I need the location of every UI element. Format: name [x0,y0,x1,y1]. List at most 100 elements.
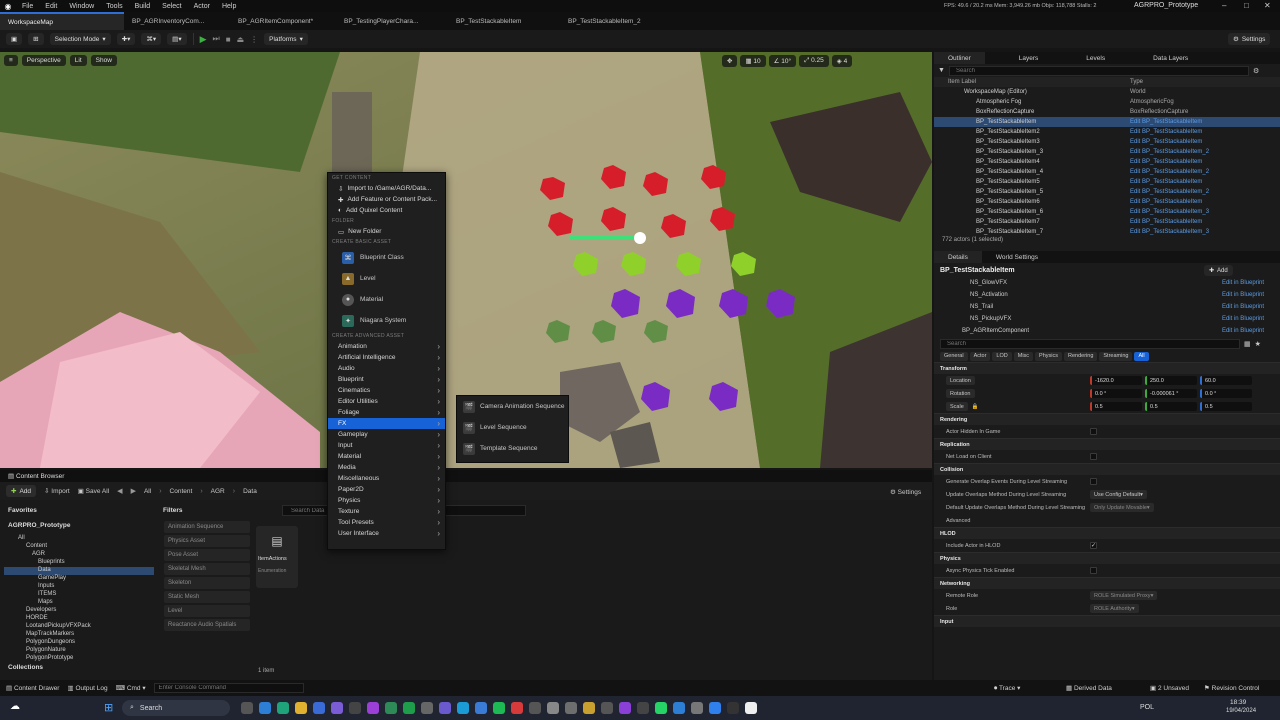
app-icon[interactable] [349,702,361,714]
menu-user-interface[interactable]: User Interface [328,528,445,539]
import-item[interactable]: ⇩ Import to /Game/AGR/Data... [328,183,445,194]
component-row[interactable]: NS_Activation Edit in Blueprint [934,289,1280,301]
menu-editor-utilities[interactable]: Editor Utilities [328,396,445,407]
component-row[interactable]: NS_PickupVFX Edit in Blueprint [934,313,1280,325]
rotation-z-field[interactable]: 0.0 ° [1200,389,1252,398]
folder-blueprints[interactable]: Blueprints [4,559,154,567]
camera-speed-button[interactable]: ◈ 4 [831,55,853,67]
tab-world-settings[interactable]: World Settings [982,251,1052,263]
filter-item[interactable]: Animation Sequence [164,521,250,533]
menu-gameplay[interactable]: Gameplay [328,429,445,440]
tab-data-layers[interactable]: Data Layers [1139,52,1202,64]
filter-item[interactable]: Skeleton [164,577,250,589]
folder-maptrack[interactable]: MapTrackMarkers [4,631,154,639]
add-actor-icon[interactable]: ✚▾ [116,33,136,45]
mail-icon[interactable] [259,702,271,714]
tab-stackable2[interactable]: BP_TestStackableItem_2 [560,12,672,30]
lit-button[interactable]: Lit [69,55,87,66]
outliner-row[interactable]: BP_TestStackableItem_7 Edit BP_TestStacka… [934,227,1280,237]
folder-all[interactable]: All [4,535,154,543]
tab-playercharacter[interactable]: BP_TestingPlayerChara... [336,12,448,30]
section-networking[interactable]: Networking [934,577,1280,589]
outliner-row[interactable]: BP_TestStackableItem_4 Edit BP_TestStacka… [934,167,1280,177]
outliner-settings-icon[interactable]: ⚙ [1253,67,1259,75]
folder-inputs[interactable]: Inputs [4,583,154,591]
unsaved-button[interactable]: ▣ 2 Unsaved [1150,684,1189,692]
task-view-icon[interactable] [241,702,253,714]
scale-snap-button[interactable]: ⤢ 0.25 [799,55,829,67]
scale-z-field[interactable]: 0.5 [1200,402,1252,411]
trace-button[interactable]: ⏺ Trace ▾ [994,684,1020,693]
add-button[interactable]: ✚ Add [6,485,37,497]
explorer-icon[interactable] [295,702,307,714]
outliner-row[interactable]: Atmospheric Fog AtmosphericFog [934,97,1280,107]
play-icon[interactable]: ▶ [200,34,207,45]
favorite-star-icon[interactable]: ★ [1255,340,1261,348]
folder-developers[interactable]: Developers [4,607,154,615]
menu-audio[interactable]: Audio [328,363,445,374]
edit-in-blueprint-link[interactable]: Edit in Blueprint [1222,280,1264,286]
filter-item[interactable]: Reactance Audio Spatials [164,619,250,631]
filter-item[interactable]: Physics Asset [164,535,250,547]
app-icon[interactable] [475,702,487,714]
section-replication[interactable]: Replication [934,438,1280,450]
menu-fx[interactable]: FX [328,418,445,429]
col-type[interactable]: Type [1130,79,1143,85]
save-all-button[interactable]: ▣ Save All [78,487,109,495]
section-physics[interactable]: Physics [934,552,1280,564]
collections-header[interactable]: Collections [8,664,43,671]
section-hlod[interactable]: HLOD [934,527,1280,539]
app-icon[interactable] [421,702,433,714]
excel-icon[interactable] [403,702,415,714]
folder-prototype[interactable]: PolygonPrototype [4,655,154,663]
cmd-button[interactable]: ⌨ Cmd ▾ [116,684,146,692]
material-item[interactable]: ● Material [328,289,445,310]
folder-gameplay[interactable]: GamePlay [4,575,154,583]
filter-item[interactable]: Skeletal Mesh [164,563,250,575]
minimize-icon[interactable]: – [1222,1,1226,10]
project-tree-header[interactable]: AGRPRO_Prototype [8,522,70,529]
show-button[interactable]: Show [90,55,117,66]
path-content[interactable]: Content [170,488,193,495]
tab-itemcomponent[interactable]: BP_AGRItemComponent* [230,12,336,30]
asset-tile[interactable]: ▤ ItemActions Enumeration [256,526,298,588]
outliner-row[interactable]: BP_TestStackableItem2 Edit BP_TestStackab… [934,127,1280,137]
filter-icon[interactable]: ▼ [938,67,945,74]
content-browser-tab[interactable]: ▤ Content Browser [0,472,72,480]
rotation-y-field[interactable]: -0.000061 ° [1145,389,1197,398]
menu-select[interactable]: Select [156,3,187,10]
blueprint-class-item[interactable]: ⌘ Blueprint Class [328,247,445,268]
path-agr[interactable]: AGR [211,488,225,495]
async-checkbox[interactable] [1090,567,1097,574]
outliner-row[interactable]: BoxReflectionCapture BoxReflectionCapture [934,107,1280,117]
app-icon[interactable] [529,702,541,714]
eject-icon[interactable]: ⏏ [237,35,245,44]
component-row[interactable]: BP_AGRItemComponent Edit in Blueprint [934,325,1280,337]
gen-overlap-checkbox[interactable] [1090,478,1097,485]
path-data[interactable]: Data [243,488,257,495]
stop-icon[interactable]: ■ [226,35,231,44]
perspective-button[interactable]: Perspective [21,55,66,66]
tab-details[interactable]: Details [934,251,982,263]
derived-data-button[interactable]: ▦ Derived Data [1066,684,1112,692]
cat-lod[interactable]: LOD [992,351,1012,361]
clock-time[interactable]: 18:39 [1230,699,1246,706]
menu-input[interactable]: Input [328,440,445,451]
cat-physics[interactable]: Physics [1035,351,1062,361]
back-icon[interactable]: ◀ [117,487,122,495]
rotation-dropdown[interactable]: Rotation [946,389,975,398]
play-options-icon[interactable]: ⋮ [250,35,258,44]
location-z-field[interactable]: 60.0 [1200,376,1252,385]
component-row[interactable]: NS_GlowVFX Edit in Blueprint [934,277,1280,289]
camera-anim-seq-item[interactable]: 🎬 Camera Animation Sequence [457,396,568,417]
rotation-x-field[interactable]: 0.0 ° [1090,389,1142,398]
outliner-row[interactable]: WorkspaceMap (Editor) World [934,87,1280,97]
outliner-row[interactable]: BP_TestStackableItem6 Edit BP_TestStackab… [934,197,1280,207]
menu-media[interactable]: Media [328,462,445,473]
cat-actor[interactable]: Actor [969,351,991,361]
folder-agr[interactable]: AGR [4,551,154,559]
advanced-row[interactable]: Advanced [934,514,1280,527]
menu-physics[interactable]: Physics [328,495,445,506]
edge-icon[interactable] [277,702,289,714]
save-icon[interactable]: ▣ [6,33,23,45]
